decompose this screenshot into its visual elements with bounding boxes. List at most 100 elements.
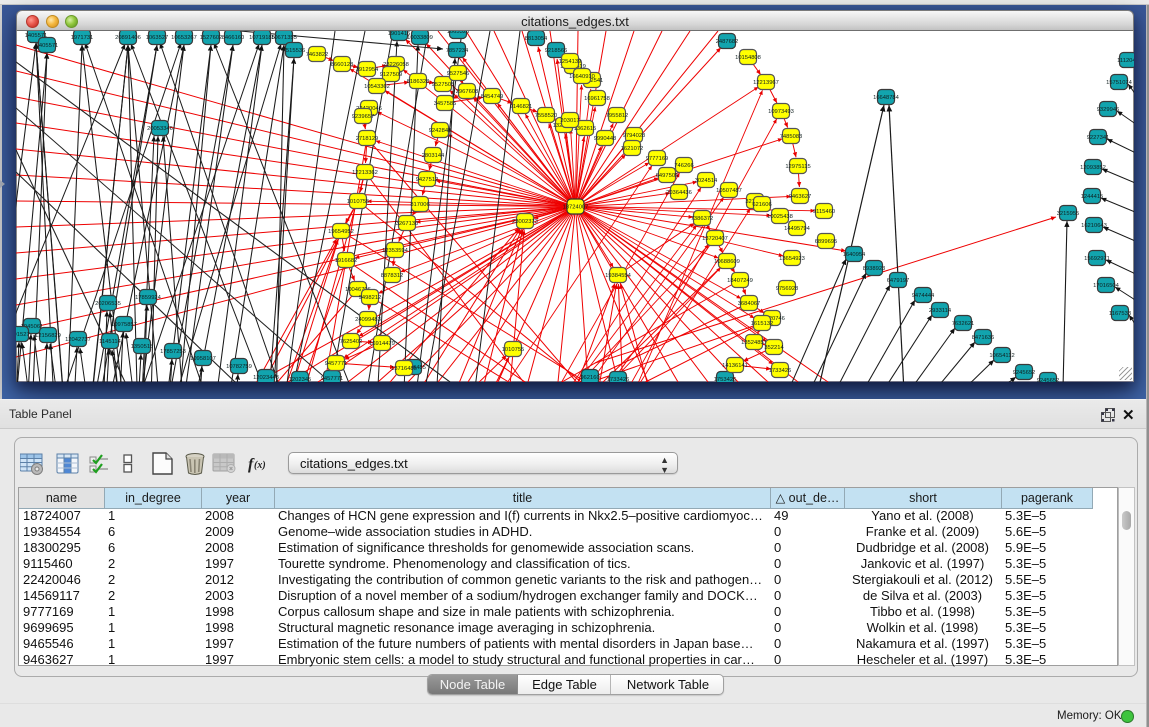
svg-text:10653267: 10653267 (171, 35, 197, 41)
svg-text:7857234: 7857234 (446, 48, 469, 54)
svg-text:16648784: 16648784 (873, 95, 900, 101)
svg-text:10154808: 10154808 (735, 55, 761, 61)
svg-text:2933114: 2933114 (929, 308, 952, 314)
svg-text:9990448: 9990448 (594, 136, 617, 142)
svg-text:10958107: 10958107 (190, 356, 216, 362)
svg-text:9457771: 9457771 (321, 376, 344, 382)
svg-text:1244415: 1244415 (1081, 194, 1104, 200)
svg-text:1350515: 1350515 (131, 344, 154, 350)
svg-text:10543362: 10543362 (364, 84, 390, 90)
svg-text:8813054: 8813054 (525, 36, 548, 42)
svg-text:8471636: 8471636 (972, 335, 995, 341)
svg-text:12023448: 12023448 (253, 375, 279, 381)
svg-text:1753426: 1753426 (714, 377, 737, 382)
svg-text:1254139: 1254139 (559, 59, 582, 65)
svg-text:3215955: 3215955 (1057, 211, 1080, 217)
svg-text:9756928: 9756928 (776, 286, 799, 292)
svg-text:13720407: 13720407 (702, 236, 728, 242)
svg-text:12213967: 12213967 (753, 80, 779, 86)
svg-text:6479197: 6479197 (887, 278, 910, 284)
svg-text:10975857: 10975857 (111, 322, 137, 328)
svg-text:7386372: 7386372 (691, 216, 714, 222)
svg-text:9457771: 9457771 (325, 361, 348, 367)
svg-text:13524851: 13524851 (741, 340, 767, 346)
svg-text:10973493: 10973493 (768, 109, 794, 115)
svg-text:13716485: 13716485 (391, 366, 417, 372)
svg-text:1202345: 1202345 (289, 377, 312, 382)
svg-text:12156829: 12156829 (35, 333, 61, 339)
svg-text:20053346: 20053346 (147, 126, 173, 132)
svg-text:7558520: 7558520 (535, 113, 558, 119)
svg-text:13654923: 13654923 (779, 256, 805, 262)
svg-text:1010755: 1010755 (347, 199, 370, 205)
svg-text:16914479: 16914479 (369, 341, 395, 347)
svg-text:1112049: 1112049 (1117, 58, 1134, 64)
svg-text:3024514: 3024514 (695, 178, 718, 184)
svg-text:8878312: 8878312 (381, 273, 404, 279)
svg-text:1405571: 1405571 (36, 43, 59, 49)
svg-text:7463822: 7463822 (306, 52, 329, 58)
svg-text:1063527: 1063527 (146, 35, 169, 41)
svg-text:9777169: 9777169 (646, 156, 669, 162)
svg-text:17857253: 17857253 (160, 349, 186, 355)
svg-text:203017: 203017 (560, 118, 579, 124)
svg-text:7632621: 7632621 (952, 321, 975, 327)
svg-text:3457585: 3457585 (434, 101, 457, 107)
svg-text:10671355: 10671355 (271, 35, 297, 41)
svg-text:12975115: 12975115 (785, 164, 810, 170)
svg-text:10654112: 10654112 (989, 353, 1014, 359)
svg-text:17016504: 17016504 (1093, 283, 1120, 289)
svg-text:10688609: 10688609 (714, 259, 740, 265)
svg-text:7955812: 7955812 (606, 113, 629, 119)
svg-text:1640954: 1640954 (843, 252, 866, 258)
svg-text:6497505: 6497505 (656, 173, 679, 179)
svg-text:1145114: 1145114 (99, 339, 121, 345)
svg-text:9242848: 9242848 (429, 128, 452, 134)
svg-text:10782759: 10782759 (226, 364, 252, 370)
svg-text:(x): (x) (254, 460, 266, 471)
svg-text:8454749: 8454749 (481, 94, 504, 100)
svg-text:16640910: 16640910 (569, 74, 595, 80)
svg-text:1971731: 1971731 (71, 35, 94, 41)
svg-text:16210643: 16210643 (1081, 223, 1107, 229)
svg-text:8660128: 8660128 (331, 62, 354, 68)
svg-text:352214: 352214 (764, 345, 784, 351)
svg-text:391527: 391527 (16, 332, 30, 338)
svg-text:10507487: 10507487 (716, 188, 742, 194)
svg-text:9474444: 9474444 (912, 293, 935, 299)
svg-text:14136141: 14136141 (722, 363, 748, 369)
svg-text:15751074: 15751074 (1106, 80, 1133, 86)
svg-text:962160: 962160 (580, 375, 599, 381)
svg-text:10025438: 10025438 (767, 214, 793, 220)
svg-text:9427512: 9427512 (416, 177, 439, 183)
svg-text:9245652: 9245652 (1013, 370, 1036, 376)
svg-text:8186328: 8186328 (407, 79, 430, 85)
svg-text:20891406: 20891406 (115, 35, 141, 41)
svg-text:1733426: 1733426 (769, 368, 792, 374)
svg-text:18724007: 18724007 (563, 205, 589, 211)
svg-text:9527546: 9527546 (447, 71, 470, 77)
svg-text:2803144: 2803144 (422, 153, 445, 159)
svg-text:9794028: 9794028 (623, 133, 646, 139)
svg-text:1065326: 1065326 (447, 31, 470, 35)
svg-text:9463627: 9463627 (789, 194, 812, 200)
svg-text:23002373: 23002373 (512, 219, 538, 225)
svg-text:16961758: 16961758 (584, 96, 610, 102)
svg-text:9127509: 9127509 (380, 72, 403, 78)
svg-text:9245652: 9245652 (1037, 378, 1060, 382)
svg-text:9329946: 9329946 (1097, 107, 1120, 113)
svg-text:3912954: 3912954 (356, 67, 379, 73)
svg-text:9227341: 9227341 (1087, 135, 1110, 141)
svg-text:817006: 817006 (410, 202, 429, 208)
svg-text:8466160: 8466160 (222, 35, 245, 41)
svg-text:746266: 746266 (674, 163, 693, 169)
svg-text:2967608: 2967608 (456, 89, 479, 95)
svg-text:2718129: 2718129 (356, 136, 379, 142)
svg-text:3267130: 3267130 (396, 221, 419, 227)
svg-text:20364436: 20364436 (666, 190, 692, 196)
svg-text:10033809: 10033809 (407, 35, 433, 41)
svg-text:1527602: 1527602 (200, 35, 223, 41)
svg-text:1167533: 1167533 (1109, 311, 1131, 317)
svg-text:1916682: 1916682 (335, 258, 358, 264)
svg-text:1733426: 1733426 (607, 377, 630, 382)
